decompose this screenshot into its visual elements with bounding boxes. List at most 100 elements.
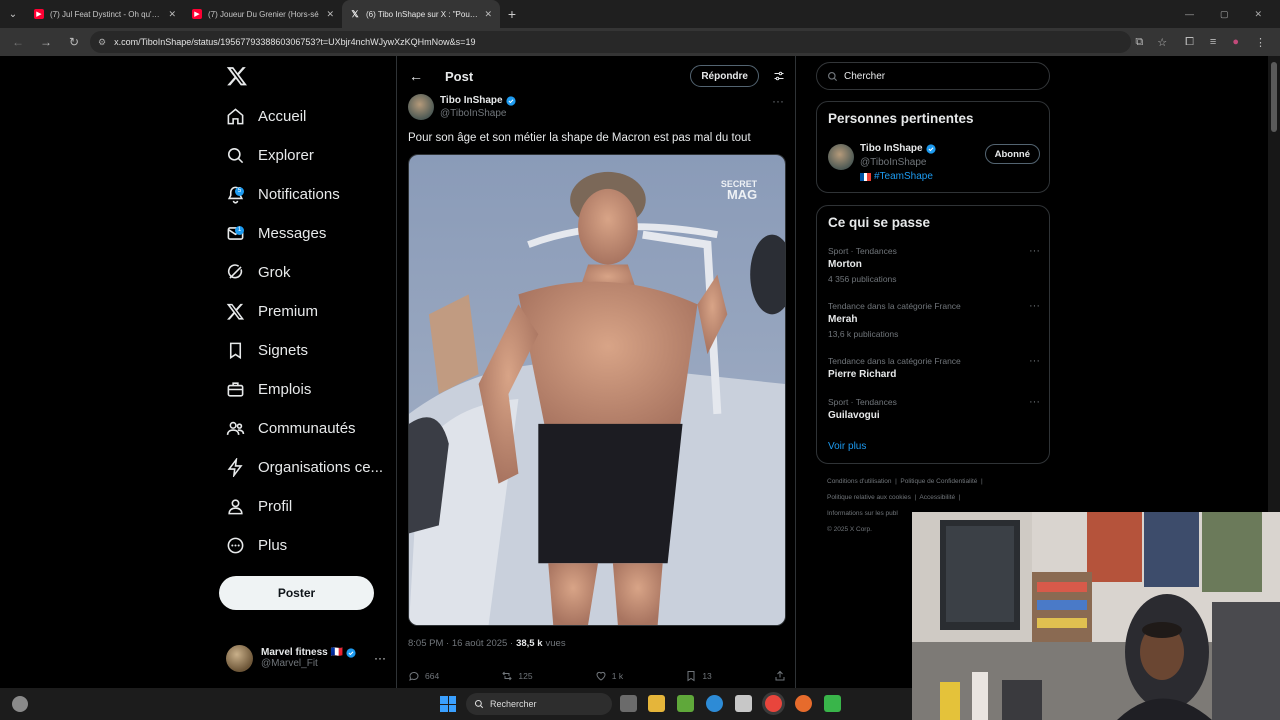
- author-handle[interactable]: @TiboInShape: [440, 107, 516, 120]
- nav-item-organizations[interactable]: Organisations ce...: [226, 452, 383, 482]
- post-button[interactable]: Poster: [219, 576, 374, 610]
- windows-start-icon[interactable]: [440, 696, 456, 712]
- nav-item-communities[interactable]: Communautés: [226, 413, 356, 443]
- avatar[interactable]: [408, 94, 434, 120]
- trend-more-icon[interactable]: ···: [1029, 299, 1040, 313]
- more-circle-icon: [227, 537, 244, 553]
- relevant-people-title: Personnes pertinentes: [828, 111, 974, 126]
- trend-item[interactable]: Tendance dans la catégorie France Merah …: [828, 299, 1040, 341]
- site-info-icon[interactable]: ⚙: [98, 37, 106, 48]
- trend-item[interactable]: Tendance dans la catégorie France Pierre…: [828, 354, 1040, 382]
- reply-button[interactable]: Répondre: [690, 65, 759, 87]
- store-icon[interactable]: [735, 695, 752, 712]
- trend-more-icon[interactable]: ···: [1029, 395, 1040, 409]
- search-input[interactable]: Chercher: [816, 62, 1050, 90]
- footer-link[interactable]: Conditions d'utilisation: [827, 478, 891, 485]
- tab-search-chevron-icon[interactable]: ⌄: [0, 0, 26, 28]
- person-name[interactable]: Tibo InShape: [860, 142, 923, 156]
- search-icon: [227, 147, 244, 163]
- minimize-icon[interactable]: —: [1185, 9, 1194, 20]
- footer-link[interactable]: Informations sur les publ: [827, 510, 898, 517]
- x-logo-icon[interactable]: [226, 65, 248, 87]
- account-switcher[interactable]: Marvel fitness 🇫🇷 @Marvel_Fit ···: [226, 641, 386, 675]
- tab-close-icon[interactable]: ✕: [326, 9, 334, 20]
- trend-item[interactable]: Sport · Tendances Morton 4 356 publicati…: [828, 244, 1040, 286]
- task-view-icon[interactable]: [620, 695, 637, 712]
- nav-item-grok[interactable]: Grok: [226, 257, 291, 287]
- author-name[interactable]: Tibo InShape: [440, 94, 503, 107]
- nav-item-explore[interactable]: Explorer: [226, 140, 314, 170]
- browser-menu-icon[interactable]: ⋮: [1255, 36, 1266, 49]
- account-more-icon[interactable]: ···: [374, 651, 386, 665]
- scrollbar-thumb[interactable]: [1271, 62, 1277, 132]
- nav-item-home[interactable]: Accueil: [226, 101, 306, 131]
- footer-link[interactable]: Politique relative aux cookies: [827, 494, 911, 501]
- browser-tab-1[interactable]: ▶ (7) Jul Feat Dystinct - Oh qu'elle ✕: [26, 0, 184, 28]
- footer-link[interactable]: Accessibilité: [919, 494, 955, 501]
- nav-label: Emplois: [258, 380, 312, 398]
- file-explorer-icon[interactable]: [648, 695, 665, 712]
- verified-badge-icon: [926, 144, 936, 154]
- address-bar[interactable]: ⚙ x.com/TiboInShape/status/1956779338860…: [90, 31, 1132, 53]
- repost-action[interactable]: 125: [501, 670, 533, 682]
- post-text: Pour son âge et son métier la shape de M…: [408, 132, 751, 144]
- browser-tab-3[interactable]: 𝕏 (6) Tibo InShape sur X : "Pour s ✕: [342, 0, 500, 28]
- post-image[interactable]: SECRET MAG: [408, 154, 786, 626]
- trend-more-icon[interactable]: ···: [1029, 354, 1040, 368]
- tab-close-icon[interactable]: ✕: [168, 9, 176, 20]
- new-tab-button[interactable]: +: [500, 6, 524, 22]
- nav-item-jobs[interactable]: Emplois: [226, 374, 311, 404]
- bookmark-icon: [229, 342, 242, 359]
- browser-tab-2[interactable]: ▶ (7) Joueur Du Grenier (Hors-sé ✕: [184, 0, 342, 28]
- footer-link[interactable]: Politique de Confidentialité: [900, 478, 977, 485]
- nav-item-premium[interactable]: Premium: [226, 296, 318, 326]
- search-icon: [474, 699, 484, 709]
- extensions-icon[interactable]: ⧠: [1185, 36, 1194, 49]
- nav-item-profile[interactable]: Profil: [226, 491, 292, 521]
- media-controls-icon[interactable]: ≡: [1210, 36, 1216, 49]
- bookmark-count: 13: [702, 671, 712, 681]
- lightning-icon: [227, 457, 243, 477]
- trend-item[interactable]: Sport · Tendances Guilavogui ···: [828, 395, 1040, 423]
- like-action[interactable]: 1 k: [595, 670, 623, 682]
- forward-icon[interactable]: →: [34, 30, 58, 54]
- message-badge: 1: [235, 225, 244, 235]
- install-app-icon[interactable]: ⧉: [1135, 36, 1143, 49]
- trend-more-icon[interactable]: ···: [1029, 244, 1040, 258]
- maximize-icon[interactable]: ▢: [1220, 9, 1229, 20]
- bookmark-star-icon[interactable]: ☆: [1157, 36, 1167, 49]
- taskbar-search[interactable]: Rechercher: [466, 693, 612, 715]
- edge-browser-icon[interactable]: [706, 695, 723, 712]
- firefox-icon[interactable]: [795, 695, 812, 712]
- nvidia-app-icon[interactable]: [677, 695, 694, 712]
- back-arrow-icon[interactable]: ←: [409, 68, 427, 84]
- close-window-icon[interactable]: ✕: [1254, 9, 1262, 20]
- sliders-icon[interactable]: [773, 70, 785, 82]
- trend-name: Merah: [828, 314, 858, 325]
- post-timestamp[interactable]: 8:05 PM · 16 août 2025 ·: [408, 638, 513, 649]
- show-more-link[interactable]: Voir plus: [828, 441, 866, 452]
- profile-avatar-icon[interactable]: ●: [1232, 36, 1239, 49]
- widgets-icon[interactable]: [12, 696, 28, 712]
- reload-icon[interactable]: ↻: [62, 30, 86, 54]
- nav-item-bookmarks[interactable]: Signets: [226, 335, 308, 365]
- reply-action[interactable]: 664: [408, 670, 439, 682]
- avatar[interactable]: [828, 144, 854, 170]
- nav-label: Messages: [258, 224, 327, 242]
- share-action[interactable]: [774, 670, 786, 682]
- streaming-app-icon[interactable]: [824, 695, 841, 712]
- nav-item-messages[interactable]: 1 Messages: [226, 218, 326, 248]
- nav-item-more[interactable]: Plus: [226, 530, 287, 560]
- post-author[interactable]: Tibo InShape @TiboInShape: [408, 94, 516, 120]
- person-bio-hashtag[interactable]: #TeamShape: [874, 170, 933, 184]
- chrome-browser-icon[interactable]: [765, 695, 782, 712]
- post-more-icon[interactable]: ···: [772, 94, 784, 108]
- following-button[interactable]: Abonné: [984, 144, 1040, 164]
- nav-item-notifications[interactable]: 5 Notifications: [226, 179, 340, 209]
- relevant-person[interactable]: Tibo InShape @TiboInShape #TeamShape Abo…: [828, 142, 1040, 184]
- trends-title: Ce qui se passe: [828, 215, 931, 230]
- x-favicon-icon: 𝕏: [351, 8, 359, 19]
- back-icon[interactable]: ←: [6, 30, 30, 54]
- bookmark-action[interactable]: 13: [685, 670, 712, 682]
- tab-close-icon[interactable]: ✕: [484, 9, 492, 20]
